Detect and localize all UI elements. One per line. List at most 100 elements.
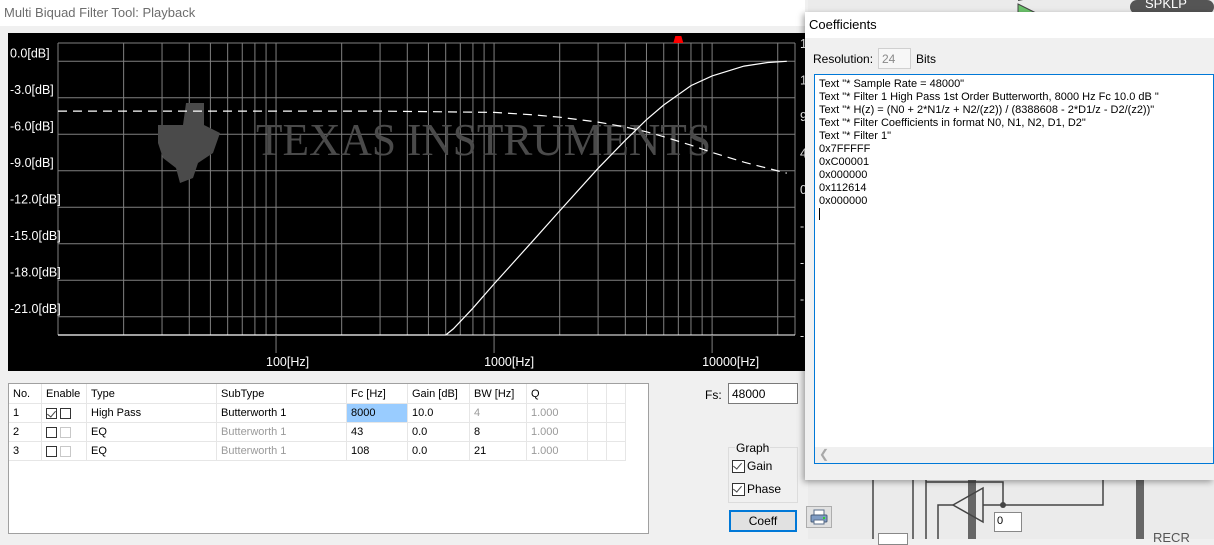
phase-checkbox-row[interactable]: Phase (732, 482, 781, 496)
y-tick-label: -18.0[dB] (10, 265, 61, 279)
dialog-title: Coefficients (805, 12, 1214, 38)
subtype-cell[interactable]: Butterworth 1 (216, 441, 347, 461)
coefficients-dialog: Coefficients Resolution: Bits Text "* Sa… (805, 12, 1214, 480)
row-number: 1 (9, 403, 42, 423)
enable-checkbox[interactable] (46, 445, 57, 457)
filter-row[interactable]: 2 EQ Butterworth 1 43 0.0 8 1.000 (9, 422, 626, 442)
enable-checkbox[interactable] (46, 426, 57, 438)
series-gain-line (58, 60, 787, 336)
fs-label: Fs: (705, 388, 722, 402)
right-axis-tick-label: - (800, 256, 804, 270)
right-axis-tick-label: - (800, 293, 804, 307)
gain-cell[interactable]: 10.0 (407, 403, 470, 423)
extra-cell (587, 422, 607, 442)
resolution-input[interactable] (878, 48, 911, 69)
horizontal-scrollbar[interactable]: ❮ (815, 447, 1213, 463)
col-header-no: No. (9, 384, 42, 404)
q-cell[interactable]: 1.000 (526, 422, 588, 442)
fc-marker-icon (673, 36, 684, 43)
gain-cell[interactable]: 0.0 (407, 441, 470, 461)
type-cell[interactable]: EQ (86, 422, 217, 442)
coefficient-line: Text "* Sample Rate = 48000" (819, 78, 965, 90)
phase-checkbox-label: Phase (747, 482, 782, 496)
right-axis-tick-label: - (800, 329, 804, 343)
coefficient-line: Text "* Filter 1 High Pass 1st Order But… (819, 91, 1159, 103)
scroll-left-icon[interactable]: ❮ (819, 448, 829, 461)
enable-cell (41, 441, 87, 461)
enable-checkbox[interactable] (46, 407, 57, 419)
x-tick-label: 10000[Hz] (702, 355, 759, 369)
print-button[interactable] (806, 506, 832, 528)
gain-checkbox-row[interactable]: Gain (732, 459, 772, 473)
fc-cell[interactable]: 8000 (346, 403, 408, 423)
coefficient-line: Text "* H(z) = (N0 + 2*N1/z + N2/(z2)) /… (819, 104, 1155, 116)
enable-secondary-checkbox[interactable] (60, 407, 72, 419)
coefficient-line: 0x112614 (819, 182, 867, 194)
printer-icon (810, 509, 828, 525)
block-value-input[interactable]: 0 (994, 512, 1022, 532)
text-caret (819, 208, 820, 220)
coefficient-line: Text "* Filter 1" (819, 130, 891, 142)
col-header-extra-1 (587, 384, 607, 404)
table-header-row: No. Enable Type SubType Fc [Hz] Gain [dB… (9, 384, 626, 404)
filter-row[interactable]: 3 EQ Butterworth 1 108 0.0 21 1.000 (9, 441, 626, 461)
y-tick-label: -21.0[dB] (10, 302, 61, 316)
graph-group-label: Graph (735, 441, 771, 455)
enable-secondary-checkbox[interactable] (60, 426, 72, 438)
filter-table: No. Enable Type SubType Fc [Hz] Gain [dB… (8, 383, 649, 534)
coefficient-line: 0x000000 (819, 169, 868, 181)
extra-cell (606, 403, 626, 423)
bw-cell[interactable]: 21 (469, 441, 527, 461)
enable-secondary-checkbox[interactable] (60, 445, 72, 457)
fs-input[interactable] (728, 383, 798, 404)
resolution-unit: Bits (916, 52, 937, 66)
coefficient-line: 0xC00001 (819, 156, 870, 168)
phase-checkbox[interactable] (732, 482, 745, 496)
extra-cell (606, 422, 626, 442)
watermark-text: TEXAS INSTRUMENTS (256, 114, 711, 165)
bw-cell[interactable]: 8 (469, 422, 527, 442)
row-number: 2 (9, 422, 42, 442)
subtype-cell[interactable]: Butterworth 1 (216, 403, 347, 423)
row-number: 3 (9, 441, 42, 461)
y-tick-label: -12.0[dB] (10, 192, 61, 206)
q-cell[interactable]: 1.000 (526, 403, 588, 423)
q-cell[interactable]: 1.000 (526, 441, 588, 461)
filter-row[interactable]: 1 High Pass Butterworth 1 8000 10.0 4 1.000 (9, 403, 626, 423)
x-tick-label: 1000[Hz] (484, 355, 534, 369)
window-title: Multi Biquad Filter Tool: Playback (0, 0, 805, 26)
col-header-gain: Gain [dB] (407, 384, 470, 404)
col-header-bw: BW [Hz] (469, 384, 527, 404)
gain-cell[interactable]: 0.0 (407, 422, 470, 442)
subtype-cell[interactable]: Butterworth 1 (216, 422, 347, 442)
y-tick-label: 0.0[dB] (10, 46, 50, 60)
enable-cell (41, 422, 87, 442)
graph-options-group: Graph Gain Phase (728, 441, 798, 503)
fc-cell[interactable]: 108 (346, 441, 408, 461)
coefficient-line: Text "* Filter Coefficients in format N0… (819, 117, 1086, 129)
spklp-label: SPKLP (1145, 0, 1187, 11)
y-tick-label: -9.0[dB] (10, 156, 54, 170)
col-header-subtype: SubType (216, 384, 347, 404)
x-tick-label: 100[Hz] (266, 355, 309, 369)
resolution-label: Resolution: (813, 52, 874, 66)
enable-cell (41, 403, 87, 423)
col-header-fc: Fc [Hz] (346, 384, 408, 404)
gain-checkbox-label: Gain (747, 459, 773, 473)
type-cell[interactable]: High Pass (86, 403, 217, 423)
fc-cell[interactable]: 43 (346, 422, 408, 442)
col-header-type: Type (86, 384, 217, 404)
y-tick-label: -3.0[dB] (10, 83, 54, 97)
recr-label: RECR (1153, 530, 1190, 545)
type-cell[interactable]: EQ (86, 441, 217, 461)
coeff-button[interactable]: Coeff (729, 510, 797, 532)
right-axis-tick-label: - (800, 220, 804, 234)
block-input-small[interactable] (878, 533, 908, 545)
col-header-q: Q (526, 384, 588, 404)
coefficients-textarea[interactable]: Text "* Sample Rate = 48000" Text "* Filt… (814, 74, 1214, 464)
gain-checkbox[interactable] (732, 459, 745, 473)
bw-cell[interactable]: 4 (469, 403, 527, 423)
y-tick-label: -6.0[dB] (10, 119, 54, 133)
extra-cell (606, 441, 626, 461)
extra-cell (587, 441, 607, 461)
